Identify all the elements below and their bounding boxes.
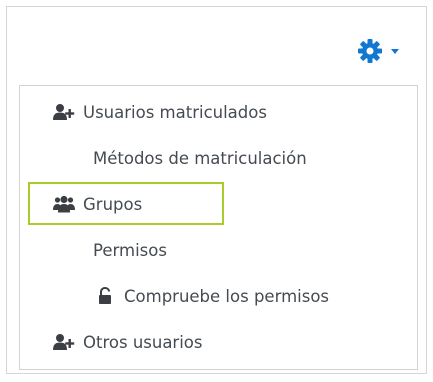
settings-menu-button[interactable] xyxy=(357,34,417,68)
menu-item-permisos[interactable]: Permisos xyxy=(93,238,167,262)
menu-item-metodos-de-matriculacion[interactable]: Métodos de matriculación xyxy=(93,146,307,170)
menu-item-label: Usuarios matriculados xyxy=(83,102,267,122)
users-icon xyxy=(53,195,75,213)
menu-item-grupos[interactable]: Grupos xyxy=(53,192,142,216)
menu-item-label: Grupos xyxy=(83,194,143,214)
settings-dropdown-menu xyxy=(19,85,418,370)
menu-item-usuarios-matriculados[interactable]: Usuarios matriculados xyxy=(53,100,267,124)
user-plus-icon xyxy=(53,103,75,121)
gear-icon xyxy=(357,38,383,64)
unlock-icon xyxy=(98,287,112,305)
menu-item-label: Compruebe los permisos xyxy=(124,286,330,306)
menu-item-label: Otros usuarios xyxy=(83,332,203,352)
chevron-down-icon xyxy=(391,48,399,54)
menu-item-label: Permisos xyxy=(93,240,167,260)
menu-item-otros-usuarios[interactable]: Otros usuarios xyxy=(53,330,203,354)
menu-item-label: Métodos de matriculación xyxy=(93,148,307,168)
menu-item-compruebe-los-permisos[interactable]: Compruebe los permisos xyxy=(98,284,329,308)
user-plus-icon xyxy=(53,333,75,351)
